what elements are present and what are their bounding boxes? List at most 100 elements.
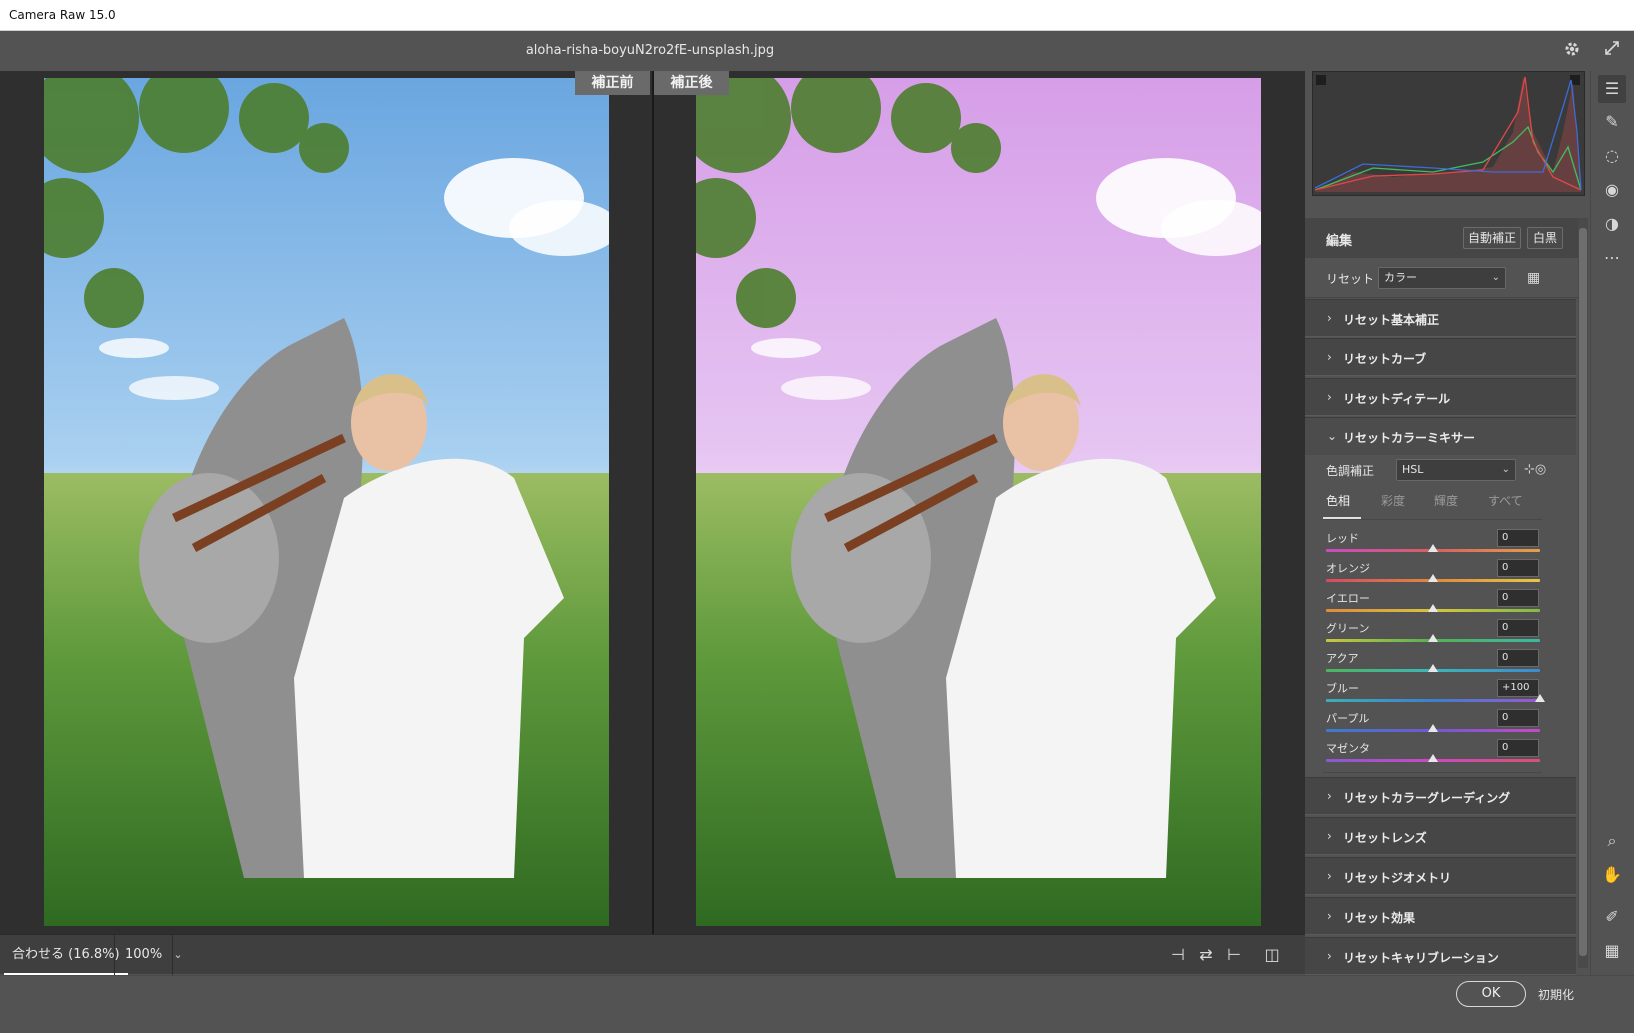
slider-label: アクア (1326, 652, 1359, 665)
compare-divider (652, 71, 654, 934)
zoom-fit-button[interactable]: 合わせる (16.8%) (4, 935, 128, 975)
edit-header: 編集 自動補正 白黒 (1305, 218, 1581, 258)
slider-label: レッド (1326, 532, 1359, 545)
slider-thumb[interactable] (1428, 634, 1438, 642)
section-color-grading[interactable]: › リセットカラーグレーディング (1305, 777, 1576, 815)
slider-label: グリーン (1326, 622, 1370, 635)
chevron-right-icon: › (1327, 949, 1332, 963)
reset-button[interactable]: 初期化 (1538, 986, 1574, 1003)
shadow-clip-warning-icon (1316, 75, 1326, 85)
red-eye-icon[interactable]: ◉ (1598, 176, 1626, 204)
section-label: リセット基本補正 (1343, 313, 1440, 327)
profile-value: カラー (1384, 271, 1417, 284)
section-label: リセットキャリブレーション (1343, 951, 1499, 965)
window-title: Camera Raw 15.0 (9, 8, 116, 22)
tab-luminance[interactable]: 輝度 (1434, 492, 1458, 509)
profile-browser-icon[interactable]: ▦ (1527, 269, 1545, 287)
split-view-icon[interactable]: ◫ (1262, 945, 1282, 965)
adjust-select[interactable]: HSL ⌄ (1396, 459, 1516, 481)
panel-scrollbar[interactable] (1578, 218, 1588, 968)
histogram (1312, 71, 1585, 196)
mask-icon[interactable]: ◌ (1598, 142, 1626, 170)
section-label: リセット効果 (1343, 911, 1416, 925)
section-label: リセットジオメトリ (1343, 871, 1452, 885)
slider-thumb[interactable] (1428, 574, 1438, 582)
section-detail[interactable]: › リセットディテール (1305, 378, 1576, 416)
zoom-icon[interactable]: ⌕ (1598, 827, 1626, 855)
slider-thumb[interactable] (1428, 664, 1438, 672)
before-image (44, 78, 609, 926)
adjust-label: 色調補正 (1326, 464, 1375, 478)
grid-icon[interactable]: ▦ (1598, 937, 1626, 965)
section-lens[interactable]: › リセットレンズ (1305, 817, 1576, 855)
zoom-100-button[interactable]: 100% (114, 935, 174, 975)
slider-thumb[interactable] (1428, 754, 1438, 762)
hand-icon[interactable]: ✋ (1598, 861, 1626, 889)
chevron-right-icon: › (1327, 789, 1332, 803)
slider-label: マゼンタ (1326, 742, 1370, 755)
section-effects[interactable]: › リセット効果 (1305, 897, 1576, 935)
section-geometry[interactable]: › リセットジオメトリ (1305, 857, 1576, 895)
more-icon[interactable]: ⋯ (1598, 244, 1626, 272)
slider-value-field[interactable]: 0 (1497, 709, 1539, 727)
swap-icon[interactable]: ⇄ (1196, 945, 1216, 965)
mixer-divider (1323, 772, 1542, 773)
section-label: リセットカラーミキサー (1343, 431, 1476, 445)
file-bar: aloha-risha-boyuN2ro2fE-unsplash.jpg (0, 31, 1634, 71)
slider-thumb[interactable] (1428, 544, 1438, 552)
slider-label: オレンジ (1326, 562, 1370, 575)
profile-select[interactable]: カラー ⌄ (1378, 267, 1506, 289)
profile-row: リセット カラー ⌄ ▦ (1305, 258, 1581, 298)
ok-button[interactable]: OK (1456, 981, 1526, 1007)
chevron-down-icon: ⌄ (1327, 429, 1338, 443)
healing-icon[interactable]: ✎ (1598, 108, 1626, 136)
adjust-value: HSL (1402, 463, 1424, 476)
section-calibration[interactable]: › リセットキャリブレーション (1305, 937, 1576, 975)
after-image (696, 78, 1261, 926)
gear-icon[interactable] (1561, 40, 1583, 62)
chevron-right-icon: › (1327, 311, 1332, 325)
slider-value-field[interactable]: +100 (1497, 679, 1539, 697)
title-bar: Camera Raw 15.0 (0, 0, 1634, 31)
slider-thumb[interactable] (1428, 604, 1438, 612)
slider-thumb[interactable] (1428, 724, 1438, 732)
slider-value-field[interactable]: 0 (1497, 649, 1539, 667)
tab-saturation[interactable]: 彩度 (1381, 492, 1405, 509)
slider-value-field[interactable]: 0 (1497, 529, 1539, 547)
file-name: aloha-risha-boyuN2ro2fE-unsplash.jpg (525, 43, 775, 58)
section-label: リセットレンズ (1343, 831, 1427, 845)
section-curve[interactable]: › リセットカーブ (1305, 338, 1576, 376)
chevron-right-icon: › (1327, 350, 1332, 364)
slider-value-field[interactable]: 0 (1497, 619, 1539, 637)
chevron-right-icon: › (1327, 390, 1332, 404)
slider-track[interactable] (1326, 699, 1540, 702)
status-bar: 合わせる (16.8%) 100% ⌄ ⊣ ⇄ ⊢ ◫ (0, 934, 1305, 975)
slider-value-field[interactable]: 0 (1497, 589, 1539, 607)
edit-title: 編集 (1326, 234, 1353, 249)
tab-all[interactable]: すべて (1488, 492, 1523, 509)
tab-hue[interactable]: 色相 (1326, 492, 1350, 509)
section-label: リセットディテール (1343, 392, 1451, 406)
slider-label: ブルー (1326, 682, 1359, 695)
footer (0, 975, 1634, 1033)
scrollbar-thumb[interactable] (1579, 228, 1587, 956)
chevron-down-icon[interactable]: ⌄ (170, 935, 186, 975)
section-color-mixer[interactable]: ⌄ リセットカラーミキサー (1305, 417, 1576, 455)
before-after-view-icon[interactable]: ⊣ (1168, 945, 1188, 965)
fullscreen-icon[interactable] (1601, 40, 1623, 62)
slider-label: パープル (1326, 712, 1370, 725)
target-adjust-icon[interactable]: ⊹◎ (1524, 460, 1546, 480)
section-basic[interactable]: › リセット基本補正 (1305, 299, 1576, 337)
chevron-right-icon: › (1327, 909, 1332, 923)
edit-sliders-icon[interactable]: ☰ (1598, 75, 1626, 103)
image-viewer[interactable]: 補正前 補正後 (0, 71, 1305, 934)
bw-button[interactable]: 白黒 (1527, 227, 1563, 249)
auto-button[interactable]: 自動補正 (1463, 227, 1521, 249)
chevron-right-icon: › (1327, 869, 1332, 883)
presets-icon[interactable]: ◑ (1598, 210, 1626, 238)
copy-settings-icon[interactable]: ⊢ (1224, 945, 1244, 965)
slider-value-field[interactable]: 0 (1497, 739, 1539, 757)
sampler-icon[interactable]: ✐ (1598, 903, 1626, 931)
slider-value-field[interactable]: 0 (1497, 559, 1539, 577)
slider-thumb[interactable] (1535, 694, 1545, 702)
